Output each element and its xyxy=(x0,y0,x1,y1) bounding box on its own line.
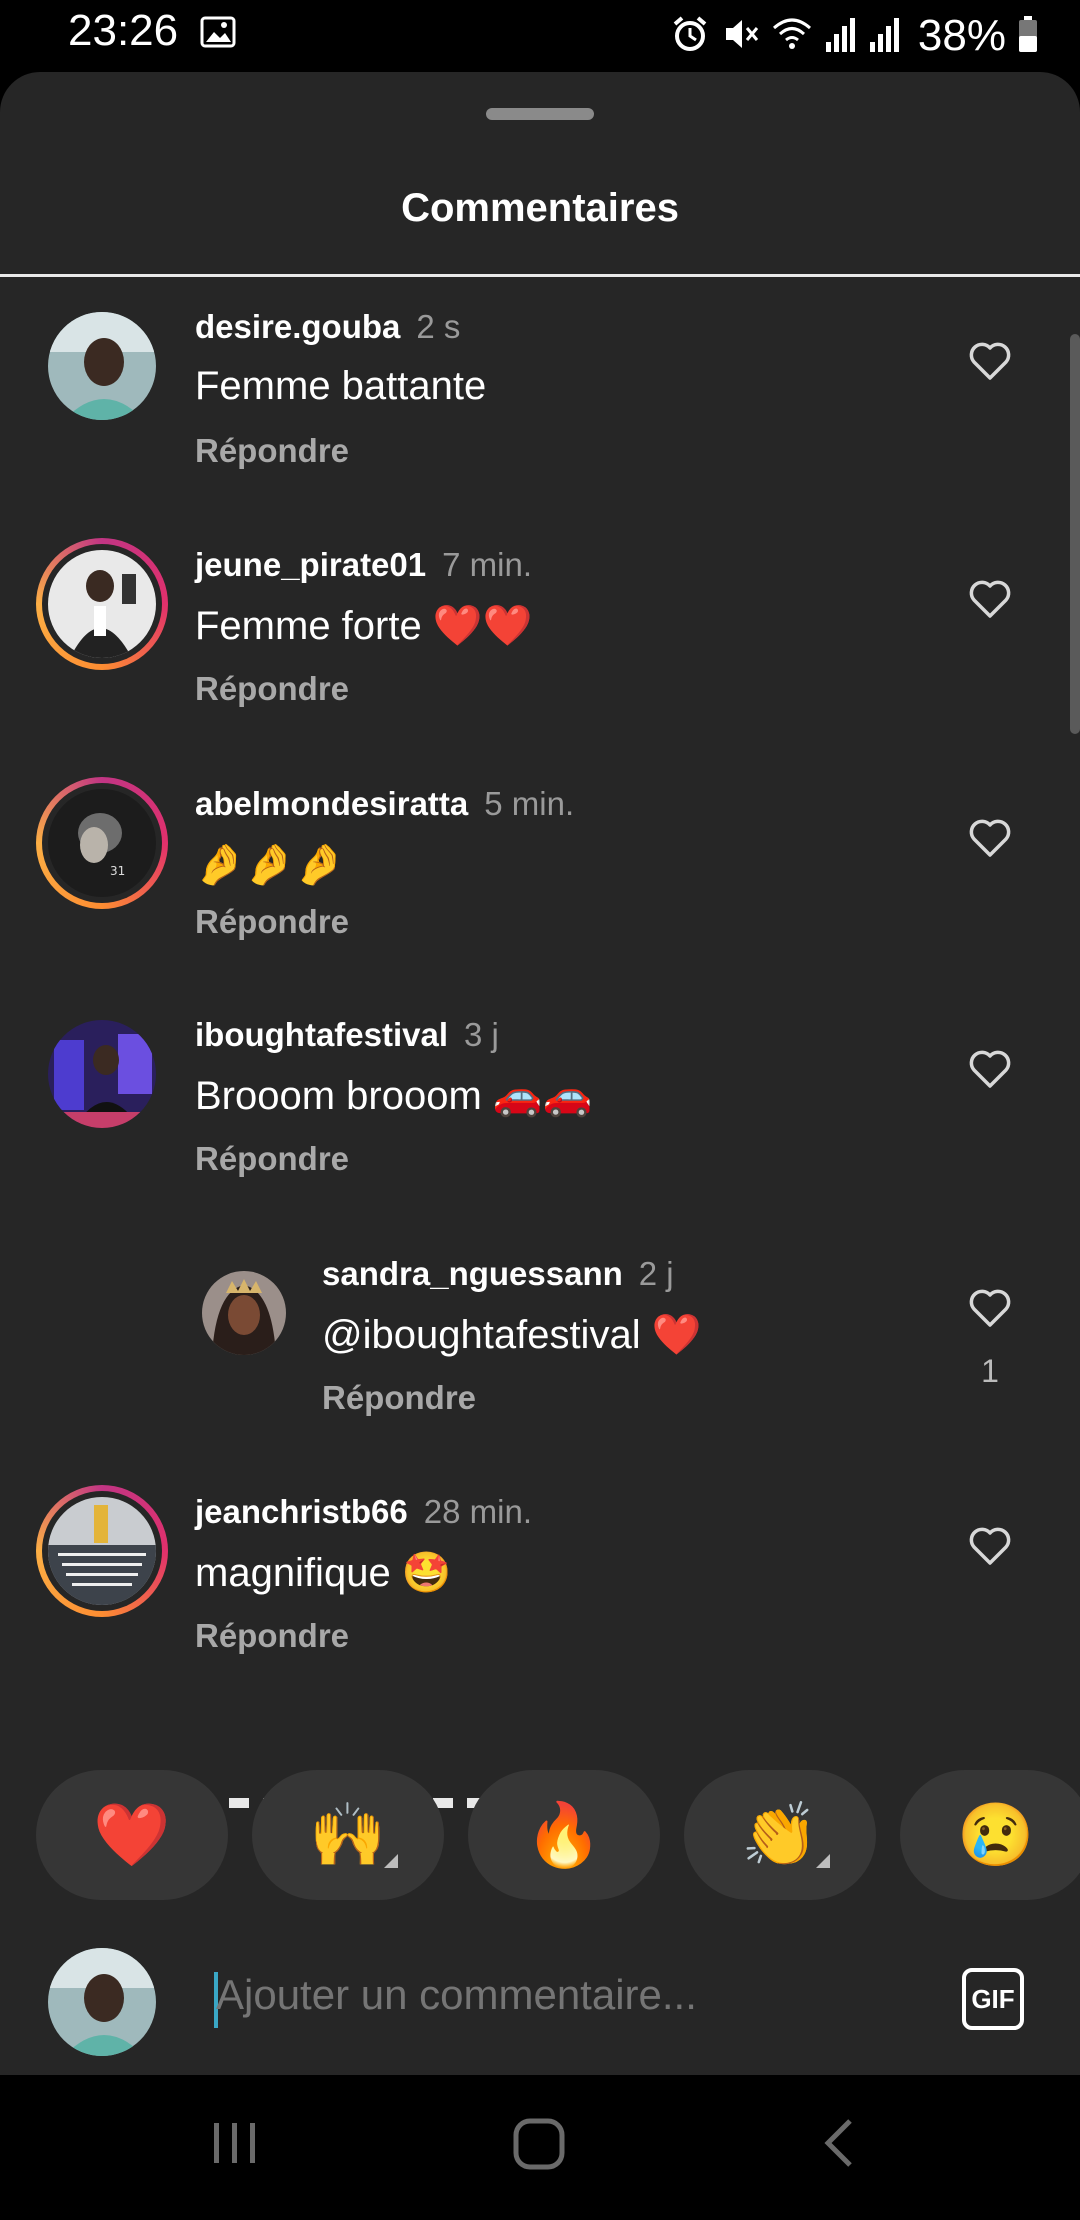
reply-button[interactable]: Répondre xyxy=(195,670,349,708)
user-avatar xyxy=(48,1948,156,2056)
comments-sheet: Commentaires desire.gouba 2 s Femme batta… xyxy=(0,72,1080,2075)
story-ring[interactable]: 31 xyxy=(36,777,168,909)
skin-tone-indicator xyxy=(816,1854,830,1868)
reaction-raised-hands[interactable]: 🙌 xyxy=(252,1770,444,1900)
reply-item: sandra_nguessann 2 j @iboughtafestival ❤️… xyxy=(0,1225,1068,1455)
reply-button[interactable]: Répondre xyxy=(322,1379,476,1417)
heart-icon[interactable] xyxy=(966,813,1014,861)
scrollbar[interactable] xyxy=(1068,278,1080,1818)
header-divider xyxy=(0,274,1080,277)
avatar[interactable]: 31 xyxy=(48,789,156,897)
like-count: 1 xyxy=(981,1353,999,1389)
comment-item: jeune_pirate01 7 min. Femme forte ❤️❤️ Ré… xyxy=(0,516,1068,746)
avatar[interactable] xyxy=(48,550,156,658)
scrollbar-thumb[interactable] xyxy=(1070,334,1080,734)
comment-item: iboughtafestival 3 j Brooom brooom 🚗🚗 Rép… xyxy=(0,986,1068,1216)
reply-button[interactable]: Répondre xyxy=(195,903,349,941)
story-ring[interactable] xyxy=(36,538,168,670)
drag-handle[interactable] xyxy=(486,108,594,120)
quick-reactions: ❤️ 🙌 🔥 👏 😢 xyxy=(0,1770,1080,1900)
username[interactable]: jeune_pirate01 xyxy=(195,546,426,583)
reaction-fire[interactable]: 🔥 xyxy=(468,1770,660,1900)
reaction-heart[interactable]: ❤️ xyxy=(36,1770,228,1900)
comment-meta: desire.gouba 2 s xyxy=(195,308,460,346)
comment-item: desire.gouba 2 s Femme battante Répondre xyxy=(0,278,1068,508)
comment-time: 2 s xyxy=(416,308,461,345)
comment-time: 7 min. xyxy=(442,546,532,583)
home-icon[interactable] xyxy=(510,2113,570,2178)
mute-icon xyxy=(720,14,760,59)
comment-text: 🤌🤌🤌 xyxy=(195,843,345,887)
username[interactable]: jeanchristb66 xyxy=(195,1493,408,1530)
avatar[interactable] xyxy=(48,1020,156,1128)
back-icon[interactable] xyxy=(820,2113,860,2178)
comment-meta: jeune_pirate01 7 min. xyxy=(195,546,532,584)
comment-meta: jeanchristb66 28 min. xyxy=(195,1493,532,1531)
battery-icon xyxy=(1016,14,1040,59)
status-bar: 23:26 38% xyxy=(0,0,1080,72)
comment-meta: sandra_nguessann 2 j xyxy=(322,1255,674,1293)
comment-text: Brooom brooom 🚗🚗 xyxy=(195,1074,593,1118)
reply-button[interactable]: Répondre xyxy=(195,1617,349,1655)
avatar[interactable] xyxy=(48,312,156,420)
reaction-clap[interactable]: 👏 xyxy=(684,1770,876,1900)
username[interactable]: sandra_nguessann xyxy=(322,1255,623,1292)
alarm-icon xyxy=(670,14,710,59)
avatar[interactable] xyxy=(202,1271,286,1355)
image-icon xyxy=(200,14,236,55)
gif-button[interactable]: GIF xyxy=(962,1968,1024,2030)
comment-text: Femme battante xyxy=(195,364,487,408)
comment-time: 28 min. xyxy=(423,1493,532,1530)
recent-apps-icon[interactable] xyxy=(210,2113,260,2178)
username[interactable]: desire.gouba xyxy=(195,308,400,345)
heart-icon[interactable] xyxy=(966,336,1014,384)
comment-meta: abelmondesiratta 5 min. xyxy=(195,785,574,823)
sheet-title: Commentaires xyxy=(401,186,679,230)
reply-button[interactable]: Répondre xyxy=(195,432,349,470)
status-time: 23:26 xyxy=(68,6,179,55)
svg-text:31: 31 xyxy=(110,864,125,878)
comment-text: @iboughtafestival ❤️ xyxy=(322,1313,702,1357)
comment-time: 5 min. xyxy=(484,785,575,822)
reaction-crying[interactable]: 😢 xyxy=(900,1770,1080,1900)
battery-percent: 38% xyxy=(917,11,1006,60)
comment-time: 2 j xyxy=(638,1255,674,1292)
heart-icon[interactable] xyxy=(966,574,1014,622)
comment-composer: GIF xyxy=(0,1930,1080,2075)
comment-text: Femme forte ❤️❤️ xyxy=(195,604,533,648)
heart-icon[interactable] xyxy=(966,1521,1014,1569)
comment-item: jeanchristb66 28 min. magnifique 🤩 Répond… xyxy=(0,1463,1068,1693)
navigation-bar xyxy=(0,2075,1080,2220)
avatar[interactable] xyxy=(48,1497,156,1605)
comments-list[interactable]: desire.gouba 2 s Femme battante Répondre … xyxy=(0,278,1068,1818)
username[interactable]: abelmondesiratta xyxy=(195,785,468,822)
signal-icon xyxy=(824,14,858,59)
status-icons: 38% xyxy=(670,10,1040,62)
reply-button[interactable]: Répondre xyxy=(195,1140,349,1178)
wifi-icon xyxy=(770,14,814,59)
heart-icon[interactable] xyxy=(966,1283,1014,1331)
story-ring[interactable] xyxy=(36,1485,168,1617)
heart-icon[interactable] xyxy=(966,1044,1014,1092)
comment-item: 31 abelmondesiratta 5 min. 🤌🤌🤌 Répondre xyxy=(0,755,1068,985)
signal-icon xyxy=(868,14,902,59)
comment-time: 3 j xyxy=(464,1016,499,1053)
username[interactable]: iboughtafestival xyxy=(195,1016,448,1053)
skin-tone-indicator xyxy=(384,1854,398,1868)
comment-input[interactable] xyxy=(214,1970,918,2020)
comment-text: magnifique 🤩 xyxy=(195,1551,452,1595)
comment-meta: iboughtafestival 3 j xyxy=(195,1016,499,1054)
